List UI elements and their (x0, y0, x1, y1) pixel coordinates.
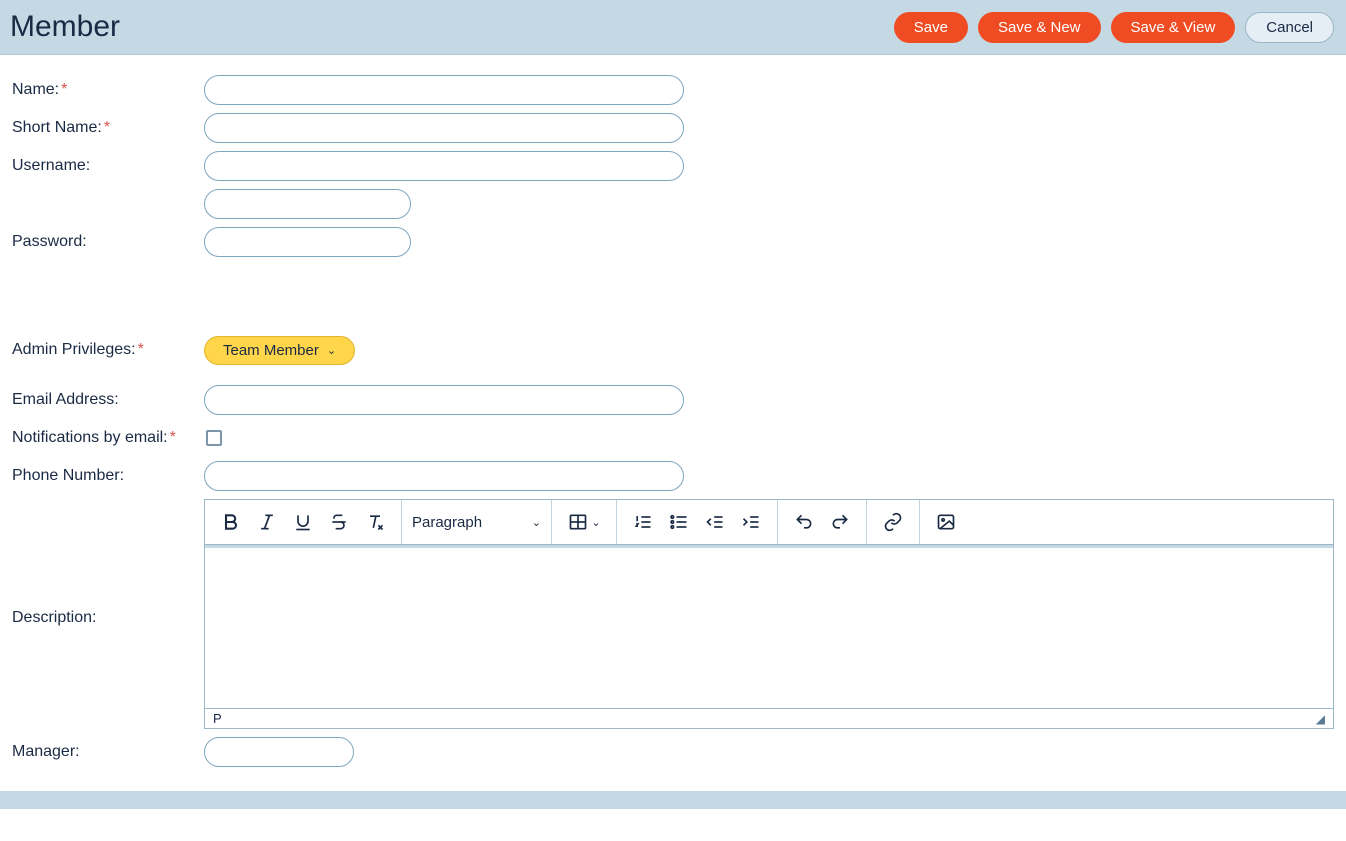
phone-label: Phone Number: (12, 467, 204, 485)
password-input[interactable] (204, 227, 411, 257)
editor-content-area[interactable] (205, 548, 1333, 708)
strikethrough-button[interactable] (321, 504, 357, 540)
clear-formatting-button[interactable] (357, 504, 393, 540)
cancel-button[interactable]: Cancel (1245, 12, 1334, 43)
save-and-view-button[interactable]: Save & View (1111, 12, 1236, 43)
unordered-list-button[interactable] (661, 504, 697, 540)
save-and-new-button[interactable]: Save & New (978, 12, 1101, 43)
link-button[interactable] (875, 504, 911, 540)
name-label: Name:* (12, 81, 204, 99)
chevron-down-icon: ⌄ (532, 516, 541, 529)
editor-toolbar: Paragraph ⌄ ⌄ (205, 500, 1333, 545)
username-input[interactable] (204, 151, 684, 181)
name-input[interactable] (204, 75, 684, 105)
chevron-down-icon: ⌄ (327, 344, 336, 357)
admin-privileges-dropdown[interactable]: Team Member ⌄ (204, 336, 355, 365)
redo-button[interactable] (822, 504, 858, 540)
outdent-button[interactable] (697, 504, 733, 540)
notifications-label: Notifications by email:* (12, 429, 204, 447)
admin-privileges-label: Admin Privileges:* (12, 341, 204, 359)
manager-input[interactable] (204, 737, 354, 767)
save-button[interactable]: Save (894, 12, 968, 43)
italic-button[interactable] (249, 504, 285, 540)
block-format-select[interactable]: Paragraph ⌄ (402, 500, 552, 544)
short-name-input[interactable] (204, 113, 684, 143)
page-header: Member Save Save & New Save & View Cance… (0, 0, 1346, 55)
ordered-list-button[interactable] (625, 504, 661, 540)
chevron-down-icon: ⌄ (591, 516, 600, 529)
member-form: Name:* Short Name:* Username: Password: … (0, 55, 1346, 785)
description-label: Description: (12, 499, 204, 627)
phone-input[interactable] (204, 461, 684, 491)
image-button[interactable] (928, 504, 964, 540)
username-extra-input[interactable] (204, 189, 411, 219)
undo-button[interactable] (786, 504, 822, 540)
manager-label: Manager: (12, 743, 204, 761)
bottom-bar (0, 791, 1346, 809)
email-label: Email Address: (12, 391, 204, 409)
notifications-checkbox[interactable] (206, 430, 222, 446)
username-label: Username: (12, 157, 204, 175)
rich-text-editor: Paragraph ⌄ ⌄ (204, 499, 1334, 729)
email-input[interactable] (204, 385, 684, 415)
short-name-label: Short Name:* (12, 119, 204, 137)
bold-button[interactable] (213, 504, 249, 540)
page-title: Member (10, 10, 120, 44)
underline-button[interactable] (285, 504, 321, 540)
element-path[interactable]: P (213, 711, 222, 726)
indent-button[interactable] (733, 504, 769, 540)
header-actions: Save Save & New Save & View Cancel (894, 12, 1334, 43)
table-button[interactable]: ⌄ (560, 504, 608, 540)
resize-handle-icon[interactable]: ◢ (1316, 712, 1325, 726)
password-label: Password: (12, 233, 204, 251)
